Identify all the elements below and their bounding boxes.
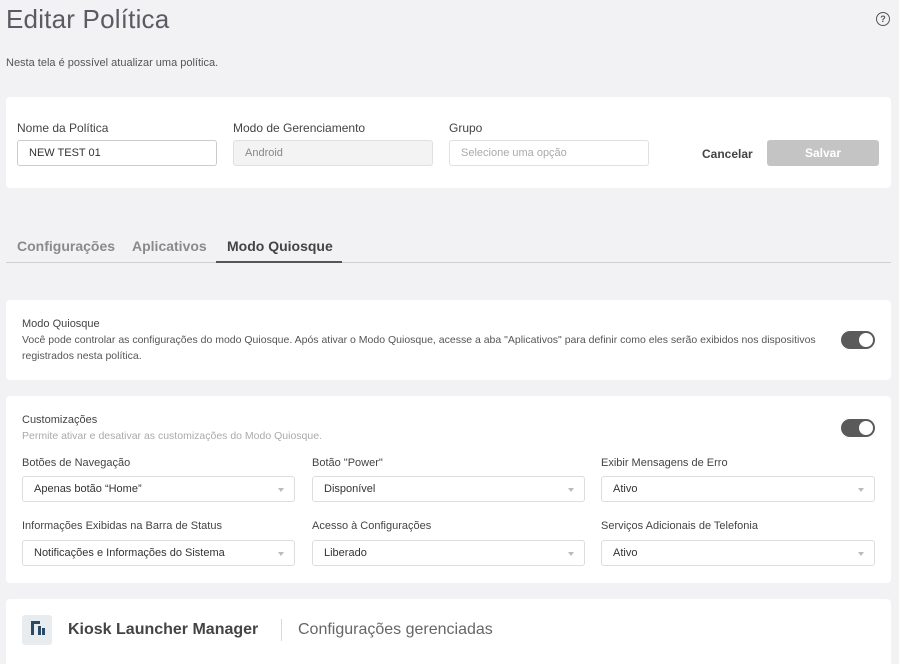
datamob-logo-icon — [22, 615, 52, 645]
settings-access-label: Acesso à Configurações — [312, 520, 432, 532]
error-messages-value: Ativo — [613, 483, 638, 495]
tab-modo-quiosque[interactable]: Modo Quiosque — [227, 238, 333, 254]
navigation-buttons-select[interactable]: Apenas botão “Home” — [22, 476, 295, 502]
app-subtitle: Configurações gerenciadas — [298, 621, 493, 638]
chevron-down-icon — [568, 488, 574, 492]
kiosk-mode-toggle[interactable] — [841, 331, 875, 349]
toggle-knob — [859, 333, 873, 347]
telephony-services-value: Ativo — [613, 547, 638, 559]
page-subtitle: Nesta tela é possível atualizar uma polí… — [6, 57, 219, 69]
settings-access-value: Liberado — [324, 547, 367, 559]
tab-aplicativos[interactable]: Aplicativos — [132, 238, 207, 254]
management-mode-label: Modo de Gerenciamento — [233, 121, 366, 135]
policy-name-input[interactable]: NEW TEST 01 — [17, 140, 217, 166]
status-bar-info-select[interactable]: Notificações e Informações do Sistema — [22, 540, 295, 566]
status-bar-info-label: Informações Exibidas na Barra de Status — [22, 520, 222, 532]
navigation-buttons-value: Apenas botão “Home” — [34, 483, 142, 495]
kiosk-mode-title: Modo Quiosque — [22, 318, 100, 330]
error-messages-label: Exibir Mensagens de Erro — [601, 457, 728, 469]
tabs-divider — [6, 262, 891, 263]
help-icon[interactable]: ? — [876, 12, 890, 26]
chevron-down-icon — [278, 552, 284, 556]
save-button[interactable]: Salvar — [767, 140, 879, 166]
toggle-knob — [859, 421, 873, 435]
power-button-label: Botão "Power" — [312, 457, 383, 469]
chevron-down-icon — [568, 552, 574, 556]
page-title: Editar Política — [6, 4, 170, 34]
status-bar-info-value: Notificações e Informações do Sistema — [34, 547, 225, 559]
app-name: Kiosk Launcher Manager — [68, 621, 259, 638]
customizations-title: Customizações — [22, 414, 98, 426]
power-button-value: Disponível — [324, 483, 376, 495]
settings-access-select[interactable]: Liberado — [312, 540, 585, 566]
group-label: Grupo — [449, 121, 483, 135]
management-mode-field: Android — [233, 140, 433, 166]
customizations-toggle[interactable] — [841, 419, 875, 437]
policy-name-label: Nome da Política — [17, 121, 109, 135]
telephony-services-label: Serviços Adicionais de Telefonia — [601, 520, 758, 532]
navigation-buttons-label: Botões de Navegação — [22, 457, 131, 469]
app-card-divider — [281, 619, 282, 641]
customizations-description: Permite ativar e desativar as customizaç… — [22, 430, 322, 442]
cancel-button[interactable]: Cancelar — [702, 147, 753, 161]
chevron-down-icon — [278, 488, 284, 492]
kiosk-mode-description: Você pode controlar as configurações do … — [22, 334, 816, 362]
telephony-services-select[interactable]: Ativo — [601, 540, 875, 566]
error-messages-select[interactable]: Ativo — [601, 476, 875, 502]
tab-configuracoes[interactable]: Configurações — [17, 238, 115, 254]
chevron-down-icon — [858, 488, 864, 492]
power-button-select[interactable]: Disponível — [312, 476, 585, 502]
group-select[interactable]: Selecione uma opção — [449, 140, 649, 166]
chevron-down-icon — [858, 552, 864, 556]
active-tab-indicator — [216, 261, 342, 263]
